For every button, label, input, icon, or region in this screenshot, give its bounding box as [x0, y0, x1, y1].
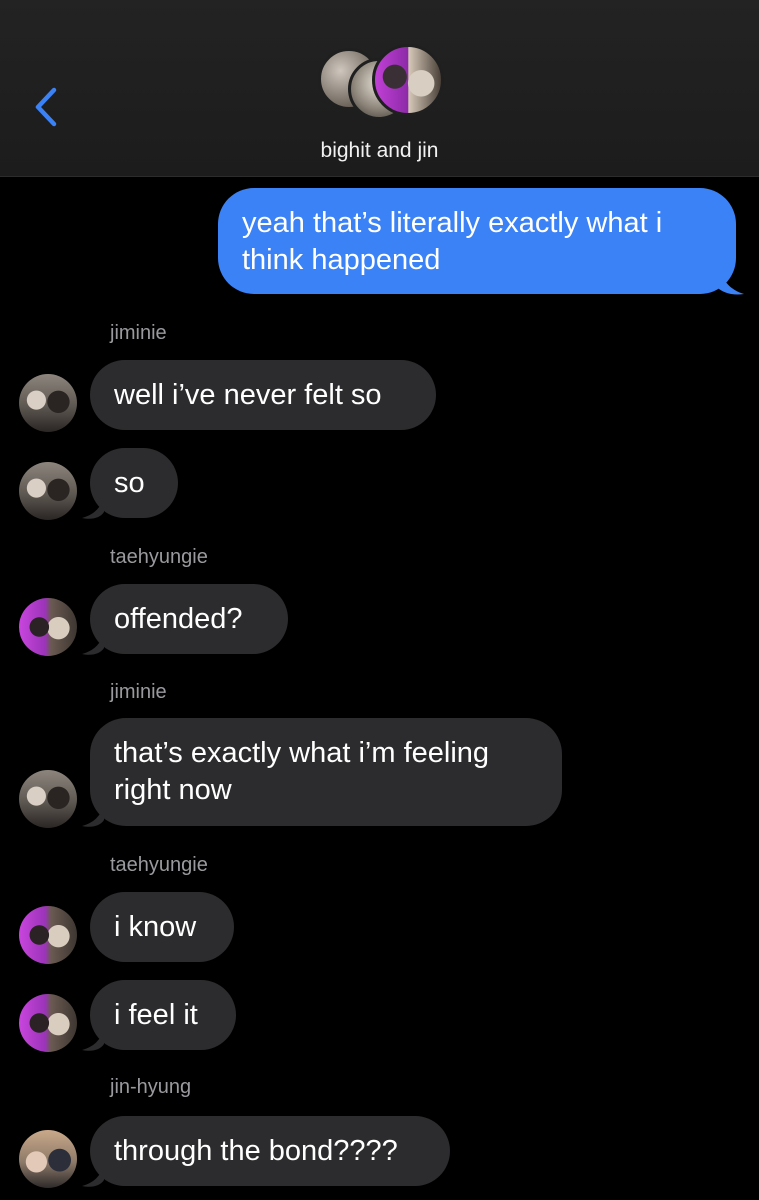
message-text-line: so [114, 467, 145, 499]
received-message-bubble[interactable]: through the bond???? [90, 1116, 450, 1186]
message-text-line: through the bond???? [114, 1135, 398, 1167]
message-text-line: yeah that’s literally exactly what i [242, 207, 663, 239]
message-list: yeah that’s literally exactly what i thi… [0, 0, 759, 1200]
message-text-line: think happened [242, 244, 441, 276]
received-message-bubble[interactable]: i know [90, 892, 234, 962]
received-message-bubble[interactable]: well i’ve never felt so [90, 360, 436, 430]
message-text-line: that’s exactly what i’m feeling [114, 737, 490, 769]
sender-name: jiminie [110, 681, 167, 703]
avatar[interactable] [19, 374, 77, 432]
received-message-bubble[interactable]: that’s exactly what i’m feeling right no… [90, 718, 562, 826]
sender-name: jin-hyung [110, 1076, 192, 1098]
avatar[interactable] [19, 598, 77, 656]
sender-name: taehyungie [110, 854, 208, 876]
received-message-bubble[interactable]: i feel it [90, 980, 236, 1050]
avatar[interactable] [19, 906, 77, 964]
message-text-line: i know [114, 911, 197, 943]
received-bubble-tail [82, 802, 104, 827]
received-bubble-tail [82, 630, 104, 655]
received-bubble-tail [82, 1162, 104, 1187]
sender-name: taehyungie [110, 546, 208, 568]
sent-bubble-tail [718, 266, 744, 295]
sent-message-bubble[interactable]: yeah that’s literally exactly what i thi… [218, 188, 736, 294]
avatar[interactable] [19, 462, 77, 520]
received-message-bubble[interactable]: offended? [90, 584, 288, 654]
received-bubble-tail [82, 1026, 104, 1051]
message-text-line: right now [114, 774, 232, 806]
avatar[interactable] [19, 770, 77, 828]
received-bubble-tail [82, 494, 104, 519]
avatar[interactable] [19, 1130, 77, 1188]
message-text-line: well i’ve never felt so [114, 379, 382, 411]
message-text-line: offended? [114, 603, 243, 635]
message-text-line: i feel it [114, 999, 198, 1031]
avatar[interactable] [19, 994, 77, 1052]
sender-name: jiminie [110, 322, 167, 344]
